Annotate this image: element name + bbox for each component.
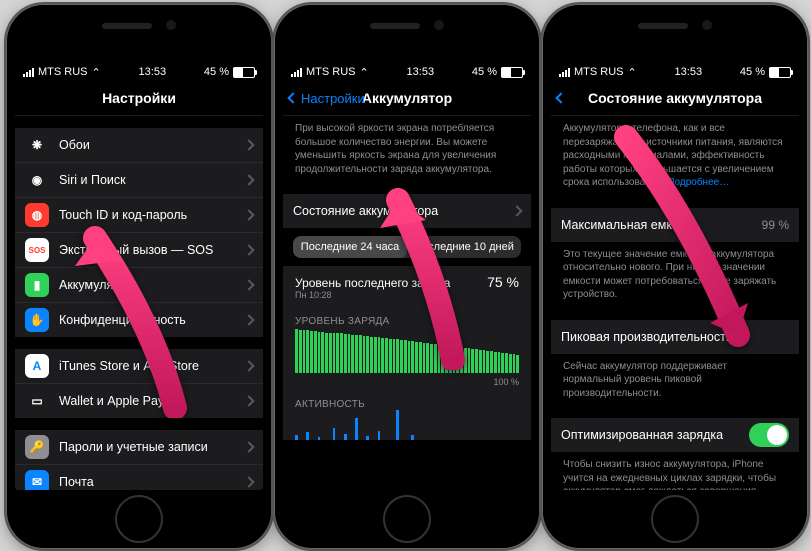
tutorial-arrow-2 (358, 170, 478, 370)
siri-icon: ◉ (25, 168, 49, 192)
optimized-charging-footer: Чтобы снизить износ аккумулятора, iPhone… (551, 452, 799, 490)
wifi-icon: ⌃ (360, 66, 369, 79)
back-button[interactable] (557, 94, 567, 102)
signal-icon (23, 68, 34, 77)
chevron-right-icon (243, 209, 254, 220)
battery-icon: ▮ (25, 273, 49, 297)
mail-icon: ✉ (25, 470, 49, 490)
battery-icon (233, 67, 255, 78)
carrier: MTS RUS (306, 66, 356, 78)
optimized-charging-toggle[interactable] (749, 423, 789, 447)
carrier: MTS RUS (38, 66, 88, 78)
touchid-icon: ◍ (25, 203, 49, 227)
chevron-right-icon (243, 395, 254, 406)
wallet-icon: ▭ (25, 389, 49, 413)
chevron-right-icon (243, 360, 254, 371)
clock: 13:53 (675, 66, 703, 78)
cell-label: Обои (59, 138, 239, 152)
chevron-left-icon (287, 92, 298, 103)
chevron-right-icon (243, 279, 254, 290)
clock: 13:53 (407, 66, 435, 78)
cell-label: Почта (59, 475, 239, 489)
clock: 13:53 (139, 66, 167, 78)
chevron-right-icon (243, 441, 254, 452)
privacy-icon: ✋ (25, 308, 49, 332)
home-button[interactable] (651, 495, 699, 543)
nav-bar: Настройки (15, 81, 263, 116)
settings-cell-wallpaper[interactable]: ❋ Обои (15, 128, 263, 163)
page-title: Аккумулятор (362, 90, 452, 106)
cell-label: Siri и Поиск (59, 173, 239, 187)
battery-pct: 45 % (204, 66, 229, 78)
carrier: MTS RUS (574, 66, 624, 78)
home-button[interactable] (115, 495, 163, 543)
status-bar: MTS RUS ⌃ 13:53 45 % (551, 60, 799, 81)
chevron-right-icon (243, 174, 254, 185)
cell-label: Пароли и учетные записи (59, 440, 239, 454)
status-bar: MTS RUS ⌃ 13:53 45 % (283, 60, 531, 81)
sos-icon: SOS (25, 238, 49, 262)
chart-axis: 100 % (283, 377, 531, 391)
itunes-icon: A (25, 354, 49, 378)
signal-icon (291, 68, 302, 77)
home-button[interactable] (383, 495, 431, 543)
signal-icon (559, 68, 570, 77)
chevron-right-icon (511, 205, 522, 216)
page-title: Состояние аккумулятора (588, 90, 762, 106)
chevron-right-icon (243, 139, 254, 150)
passwords-icon: 🔑 (25, 435, 49, 459)
settings-cell-mail[interactable]: ✉ Почта (15, 465, 263, 490)
activity-caption: АКТИВНОСТЬ (283, 391, 531, 410)
chevron-left-icon (555, 92, 566, 103)
optimized-charging-cell[interactable]: Оптимизированная зарядка (551, 418, 799, 452)
battery-icon (769, 67, 791, 78)
settings-cell-passwords[interactable]: 🔑 Пароли и учетные записи (15, 430, 263, 465)
wifi-icon: ⌃ (92, 66, 101, 79)
chevron-right-icon (243, 314, 254, 325)
activity-chart (283, 410, 531, 440)
chevron-right-icon (243, 244, 254, 255)
optimized-charging-label: Оптимизированная зарядка (561, 428, 749, 442)
nav-bar: Состояние аккумулятора (551, 81, 799, 116)
battery-icon (501, 67, 523, 78)
chevron-right-icon (243, 476, 254, 487)
status-bar: MTS RUS ⌃ 13:53 45 % (15, 60, 263, 81)
tutorial-arrow-3 (598, 125, 768, 365)
battery-pct: 45 % (740, 66, 765, 78)
settings-cell-siri[interactable]: ◉ Siri и Поиск (15, 163, 263, 198)
battery-pct: 45 % (472, 66, 497, 78)
wifi-icon: ⌃ (628, 66, 637, 79)
back-button[interactable]: Настройки (289, 91, 365, 106)
nav-bar: Настройки Аккумулятор (283, 81, 531, 116)
page-title: Настройки (102, 90, 176, 106)
tutorial-arrow-1 (55, 208, 195, 418)
wallpaper-icon: ❋ (25, 133, 49, 157)
last-charge-value: 75 % (487, 274, 519, 290)
